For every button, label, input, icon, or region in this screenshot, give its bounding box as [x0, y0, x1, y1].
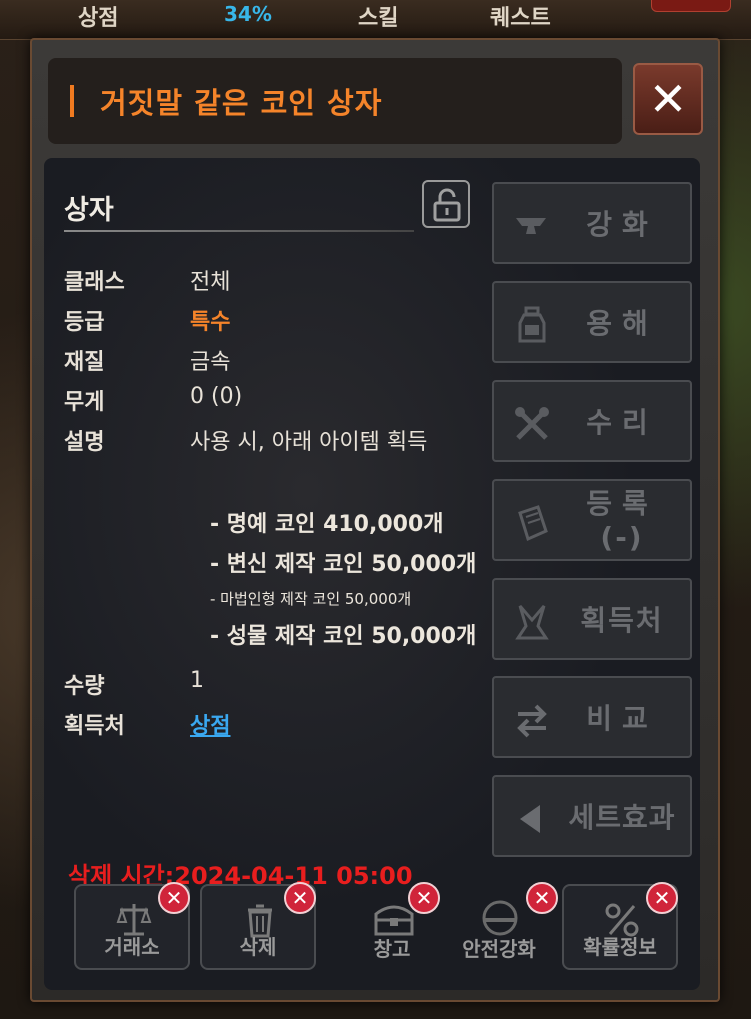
- source-shop-link[interactable]: 상점: [190, 708, 230, 740]
- compare-button[interactable]: 비교: [492, 676, 692, 758]
- content-item-3: - 마법인형 제작 코인 50,000개: [210, 590, 412, 608]
- set-effect-button[interactable]: 세트효과: [492, 775, 692, 857]
- acquisition-source-button[interactable]: 획득처: [492, 578, 692, 660]
- repair-button[interactable]: 수리: [492, 380, 692, 462]
- close-icon: ✕: [648, 72, 688, 126]
- grade-value: 특수: [190, 310, 231, 335]
- content-item-4: - 성물 제작 코인 50,000개: [210, 624, 477, 649]
- remove-safe-enhance-badge[interactable]: ✕: [526, 882, 558, 914]
- close-icon: ✕: [415, 886, 433, 910]
- remove-probability-badge[interactable]: ✕: [646, 882, 678, 914]
- close-icon: ✕: [165, 886, 183, 910]
- swap-arrows-icon: [517, 704, 547, 738]
- content-item-2: - 변신 제작 코인 50,000개: [210, 552, 477, 577]
- item-info-window: 거짓말 같은 코인 상자 ✕ 상자 클래스 전체 등급 특수 재질 금속 무게 …: [30, 38, 720, 1002]
- safe-enhance-icon: [482, 900, 518, 936]
- menu-skill[interactable]: 스킬: [358, 0, 398, 32]
- enhance-button[interactable]: 강화: [492, 182, 692, 264]
- item-detail-panel: 상자 클래스 전체 등급 특수 재질 금속 무게 0 (0) 설명 사용 시, …: [44, 158, 700, 990]
- potion-bottle-icon: [518, 306, 546, 343]
- lock-toggle[interactable]: [422, 180, 470, 228]
- close-button[interactable]: ✕: [633, 63, 703, 135]
- book-icon: [518, 505, 548, 542]
- item-type-title: 상자: [64, 195, 114, 226]
- window-title: 거짓말 같은 코인 상자: [100, 86, 383, 120]
- remove-delete-badge[interactable]: ✕: [284, 882, 316, 914]
- menu-quest[interactable]: 퀘스트: [490, 0, 551, 32]
- left-triangle-icon: [520, 805, 540, 833]
- close-icon: ✕: [291, 886, 309, 910]
- remove-exchange-badge[interactable]: ✕: [158, 882, 190, 914]
- content-item-1: - 명예 코인 410,000개: [210, 512, 444, 537]
- emblem-icon: [515, 605, 549, 640]
- menu-shop[interactable]: 상점: [78, 0, 118, 32]
- topbar-badge[interactable]: [651, 0, 731, 12]
- close-icon: ✕: [533, 886, 551, 910]
- progress-percent: 34%: [224, 2, 272, 26]
- title-divider: [64, 230, 414, 232]
- top-menu-bar: 상점 34% 스킬 퀘스트: [0, 0, 751, 40]
- dissolve-button[interactable]: 용해: [492, 281, 692, 363]
- anvil-icon: [516, 218, 546, 234]
- register-button[interactable]: 등록 (-): [492, 479, 692, 561]
- title-accent-bar: [70, 85, 74, 117]
- close-icon: ✕: [653, 886, 671, 910]
- tools-icon: [515, 407, 549, 440]
- unlock-icon: [433, 188, 461, 222]
- title-bar: 거짓말 같은 코인 상자: [48, 58, 622, 144]
